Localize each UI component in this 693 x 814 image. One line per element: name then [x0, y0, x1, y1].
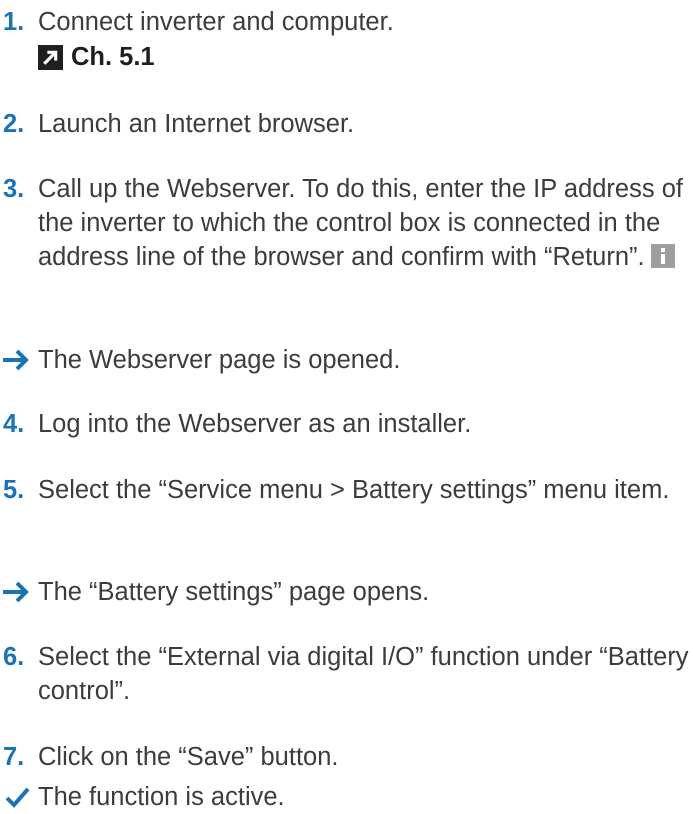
- step-text: Connect inverter and computer.: [38, 8, 394, 36]
- info-icon: [650, 244, 675, 268]
- final-text: The function is active.: [38, 783, 285, 811]
- step-number: 4.: [3, 410, 25, 438]
- result-text: The “Battery settings” page opens.: [38, 578, 430, 606]
- arrow-right-icon: [3, 581, 29, 603]
- step-text: Select the “External via digital I/O” fu…: [38, 643, 689, 705]
- step-number: 6.: [3, 643, 25, 671]
- step-text: Log into the Webserver as an installer.: [38, 410, 472, 438]
- link-arrow-icon: [38, 44, 63, 70]
- step-number: 3.: [3, 175, 25, 203]
- arrow-right-icon: [3, 349, 29, 371]
- step-number: 1.: [3, 8, 25, 36]
- step-text: Call up the Webserver. To do this, enter…: [38, 175, 683, 271]
- result-text: The Webserver page is opened.: [38, 346, 401, 374]
- checkmark-icon: [5, 787, 30, 808]
- step-text: Launch an Internet browser.: [38, 110, 355, 138]
- chapter-reference-label[interactable]: Ch. 5.1: [71, 40, 155, 74]
- step-number: 7.: [3, 743, 25, 771]
- step-number: 2.: [3, 110, 25, 138]
- step-number: 5.: [3, 476, 25, 504]
- step-text: Select the “Service menu > Battery setti…: [38, 476, 670, 504]
- step-text: Click on the “Save” button.: [38, 743, 339, 771]
